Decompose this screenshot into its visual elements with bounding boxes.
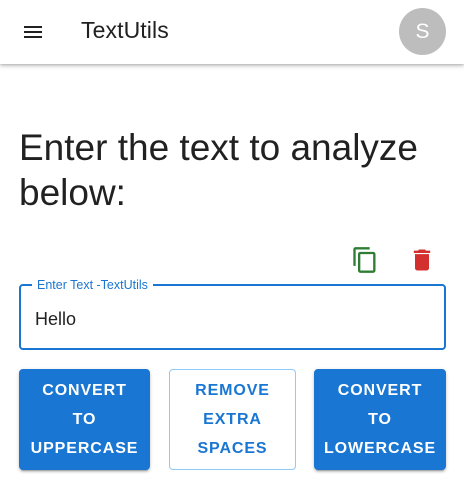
user-avatar[interactable]: S bbox=[399, 8, 446, 55]
app-bar: TextUtils S bbox=[0, 0, 464, 64]
text-input[interactable] bbox=[35, 306, 430, 332]
remove-extra-spaces-button[interactable]: Remove Extra Spaces bbox=[169, 369, 296, 470]
delete-icon bbox=[413, 249, 431, 271]
delete-button[interactable] bbox=[405, 243, 439, 277]
copy-button[interactable] bbox=[348, 243, 382, 277]
app-title: TextUtils bbox=[81, 17, 169, 43]
text-field-label: Enter Text -TextUtils bbox=[32, 277, 153, 293]
page-heading: Enter the text to analyze below: bbox=[19, 127, 419, 213]
text-field: Enter Text -TextUtils bbox=[19, 277, 446, 350]
convert-lowercase-button[interactable]: Convert to Lowercase bbox=[314, 369, 446, 470]
menu-button[interactable] bbox=[14, 14, 52, 50]
copy-icon bbox=[353, 247, 376, 273]
menu-icon bbox=[24, 26, 42, 38]
convert-uppercase-button[interactable]: Convert to Uppercase bbox=[19, 369, 150, 470]
